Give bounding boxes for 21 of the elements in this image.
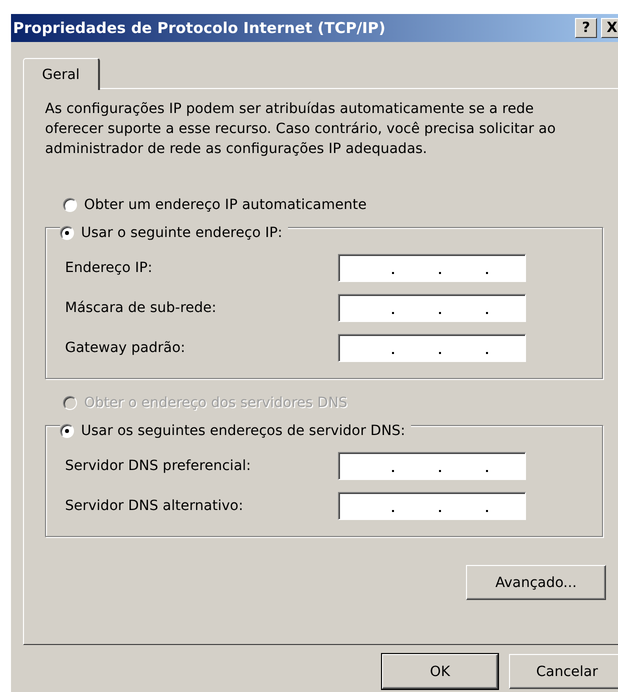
description-text: As configurações IP podem ser atribuídas automaticamente se a rede oferecer suporte a esse recurso. Caso contrário, você precisa solicitar ao administrador de rede as configurações IP adequadas. <box>45 100 557 159</box>
tab[interactable]: Geral <box>23 58 100 90</box>
field-label: Máscara de sub-rede: <box>65 300 216 316</box>
field-label: Gateway padrão: <box>65 340 186 356</box>
radio-option[interactable]: Usar os seguintes endereços de servidor DNS: <box>60 423 412 439</box>
ip-address-field[interactable] <box>338 452 526 480</box>
field-label: Servidor DNS alternativo: <box>65 498 244 514</box>
radio-option[interactable]: Usar o seguinte endereço IP: <box>60 225 288 241</box>
advanced-button[interactable]: Avançado... <box>466 565 606 600</box>
ok-button[interactable]: OK <box>382 654 498 689</box>
close-button[interactable]: X <box>601 18 618 38</box>
ip-address-field[interactable] <box>338 334 526 362</box>
ip-address-field[interactable] <box>338 254 526 282</box>
ip-address-field[interactable] <box>338 492 526 520</box>
field-label: Endereço IP: <box>65 260 152 276</box>
ip-address-field[interactable] <box>338 294 526 322</box>
window-title: Propriedades de Protocolo Internet (TCP/IP) <box>13 19 386 37</box>
radio-option[interactable]: Obter um endereço IP automaticamente <box>63 197 618 213</box>
field-label: Servidor DNS preferencial: <box>65 458 251 474</box>
cancel-button[interactable]: Cancelar <box>509 654 618 689</box>
help-button[interactable]: ? <box>575 18 597 38</box>
